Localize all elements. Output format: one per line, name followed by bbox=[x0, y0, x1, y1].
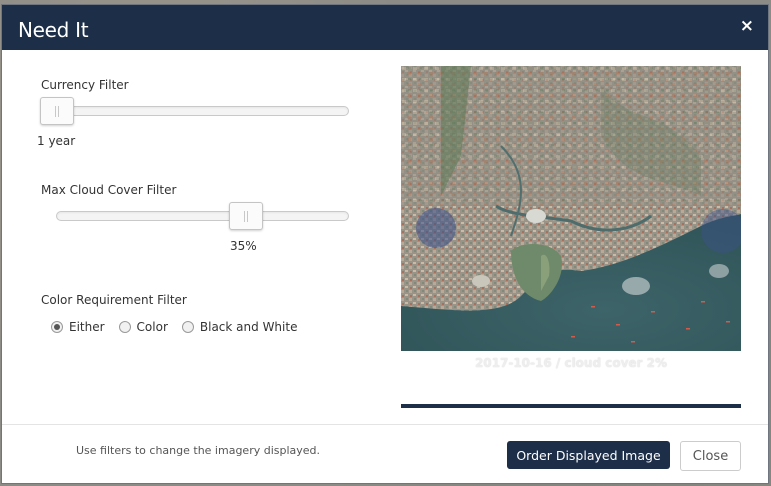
cloud-cover-filter-label: Max Cloud Cover Filter bbox=[41, 183, 177, 197]
color-requirement-options: Either Color Black and White bbox=[51, 320, 311, 334]
grip-icon bbox=[247, 210, 248, 222]
currency-slider-handle[interactable] bbox=[40, 97, 74, 125]
modal-header: Need It × bbox=[2, 5, 768, 50]
order-displayed-image-button[interactable]: Order Displayed Image bbox=[507, 441, 670, 469]
color-requirement-filter-label: Color Requirement Filter bbox=[41, 293, 187, 307]
footer-note: Use filters to change the imagery displa… bbox=[76, 444, 321, 457]
modal-title: Need It bbox=[18, 17, 89, 42]
satellite-preview-image bbox=[401, 66, 741, 351]
radio-color[interactable]: Color bbox=[118, 320, 168, 334]
modal-footer: Use filters to change the imagery displa… bbox=[2, 424, 768, 483]
radio-label-black-and-white: Black and White bbox=[199, 320, 298, 334]
radio-black-and-white[interactable]: Black and White bbox=[181, 320, 298, 334]
satellite-image bbox=[401, 66, 741, 351]
preview-progress-bar bbox=[401, 404, 741, 408]
currency-slider-track[interactable] bbox=[41, 106, 349, 116]
radio-label-either: Either bbox=[69, 320, 105, 334]
grip-icon bbox=[55, 105, 56, 117]
radio-button[interactable] bbox=[118, 321, 131, 333]
radio-button[interactable] bbox=[51, 321, 63, 333]
grip-icon bbox=[58, 105, 59, 117]
currency-value: 1 year bbox=[37, 134, 76, 148]
close-button[interactable]: Close bbox=[680, 441, 741, 471]
radio-either[interactable]: Either bbox=[51, 320, 105, 334]
image-caption: 2017-10-16 / cloud cover 2% bbox=[474, 356, 668, 370]
close-icon[interactable]: × bbox=[740, 18, 754, 35]
modal-body: Currency Filter 1 year Max Cloud Cover F… bbox=[2, 50, 768, 424]
radio-button[interactable] bbox=[181, 321, 194, 333]
need-it-modal: Need It × Currency Filter 1 year Max Clo… bbox=[1, 4, 769, 484]
cloud-cover-slider-handle[interactable] bbox=[229, 202, 263, 230]
radio-label-color: Color bbox=[136, 320, 168, 334]
grip-icon bbox=[244, 210, 245, 222]
cloud-cover-value: 35% bbox=[230, 239, 257, 253]
currency-filter-label: Currency Filter bbox=[41, 78, 129, 92]
cloud-cover-slider-track[interactable] bbox=[56, 211, 349, 221]
